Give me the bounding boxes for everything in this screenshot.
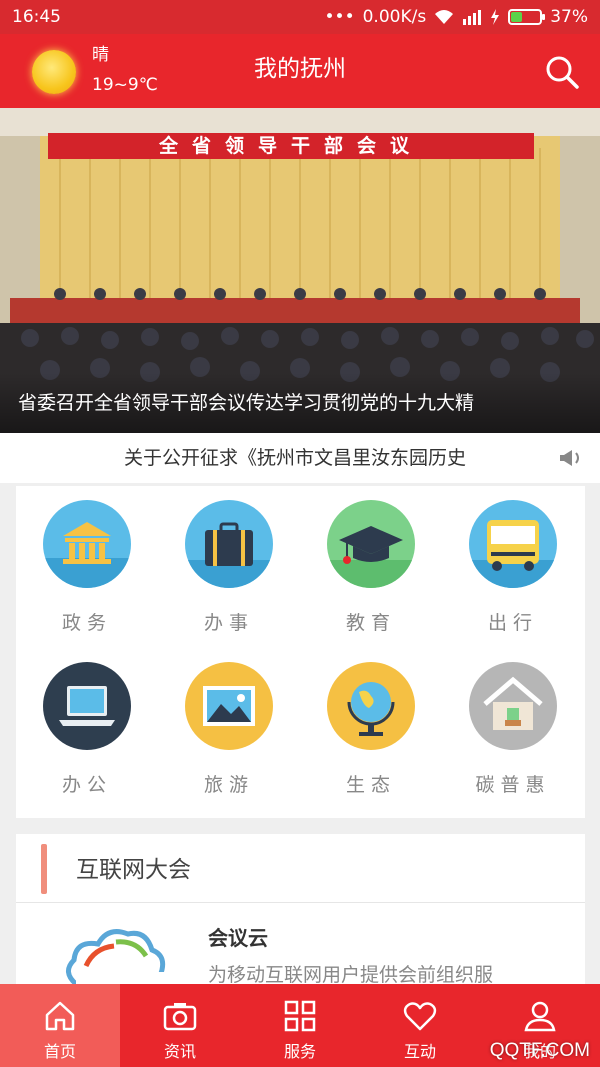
- category-label: 办事: [203, 612, 254, 634]
- item-title[interactable]: 会议云: [208, 922, 268, 951]
- user-icon: [524, 1001, 556, 1032]
- tab-label: 首页: [43, 1042, 76, 1061]
- tab-label: 资讯: [163, 1042, 196, 1061]
- category-label: 碳普惠: [475, 774, 551, 796]
- category-grid: 政务 办事 教育 出行 办公 旅游 生态 碳普惠: [16, 486, 585, 818]
- category-item-banshi[interactable]: 办事: [158, 486, 300, 648]
- speaker-icon: [558, 446, 588, 470]
- battery-icon: [508, 9, 546, 25]
- tab-services[interactable]: 服务: [240, 984, 360, 1067]
- category-item-shengtai[interactable]: 生态: [300, 648, 442, 810]
- watermark: QQTF.COM: [489, 1040, 590, 1061]
- tab-label: 互动: [403, 1042, 436, 1061]
- divider: [16, 902, 585, 903]
- tab-interact[interactable]: 互动: [360, 984, 480, 1067]
- camera-icon: [163, 1003, 197, 1031]
- category-item-lvyou[interactable]: 旅游: [158, 648, 300, 810]
- grid-icon: [284, 1000, 316, 1032]
- search-icon[interactable]: [544, 54, 580, 90]
- globe-icon: [327, 662, 415, 750]
- more-dots-icon: •••: [324, 7, 355, 27]
- section-title: 互联网大会: [76, 857, 191, 883]
- category-item-chuxing[interactable]: 出行: [442, 486, 584, 648]
- banner-slogan: 全省领导干部会议: [158, 135, 423, 157]
- category-label: 政务: [61, 612, 112, 634]
- heart-icon: [403, 1002, 437, 1031]
- item-description: 为移动互联网用户提供会前组织服: [208, 964, 494, 986]
- notice-text: 关于公开征求《抚州市文昌里汝东园历史: [124, 447, 467, 469]
- graduation-cap-icon: [327, 500, 415, 588]
- battery-percent: 37%: [550, 7, 588, 27]
- category-item-zhengwu[interactable]: 政务: [16, 486, 158, 648]
- category-label: 教育: [345, 612, 396, 634]
- signal-icon: [463, 10, 482, 25]
- category-label: 办公: [61, 774, 112, 796]
- status-bar: 16:45 ••• 0.00K/s 37%: [0, 0, 600, 34]
- wifi-icon: [435, 10, 454, 24]
- page-title: 我的抚州: [254, 56, 346, 82]
- charging-icon: [491, 9, 500, 25]
- picture-icon: [185, 662, 273, 750]
- conference-section: 互联网大会 会议云 为移动互联网用户提供会前组织服: [16, 834, 585, 994]
- category-label: 出行: [487, 612, 538, 634]
- house-icon: [469, 662, 557, 750]
- category-item-jiaoyu[interactable]: 教育: [300, 486, 442, 648]
- network-speed: 0.00K/s: [362, 7, 427, 27]
- bus-icon: [469, 500, 557, 588]
- banner-caption: 省委召开全省领导干部会议传达学习贯彻党的十九大精: [0, 373, 600, 433]
- laptop-icon: [43, 662, 131, 750]
- news-banner[interactable]: 全省领导干部会议 省委召开全省领导干部会议传达学习贯彻党的十九大精: [0, 108, 600, 433]
- tab-news[interactable]: 资讯: [120, 984, 240, 1067]
- briefcase-icon: [185, 500, 273, 588]
- category-item-bangong[interactable]: 办公: [16, 648, 158, 810]
- tab-home[interactable]: 首页: [0, 984, 120, 1067]
- section-accent-bar: [41, 844, 47, 894]
- cloud-logo-icon: [66, 929, 166, 992]
- category-label: 旅游: [203, 774, 254, 796]
- government-building-icon: [43, 500, 131, 588]
- category-label: 生态: [345, 774, 396, 796]
- app-header: 晴 19~9℃ 我的抚州: [0, 34, 600, 108]
- tab-label: 服务: [283, 1042, 316, 1061]
- home-icon: [45, 1001, 75, 1031]
- status-time: 16:45: [12, 7, 61, 27]
- category-item-tanpuhui[interactable]: 碳普惠: [442, 648, 584, 810]
- notice-ticker[interactable]: 关于公开征求《抚州市文昌里汝东园历史: [0, 433, 600, 483]
